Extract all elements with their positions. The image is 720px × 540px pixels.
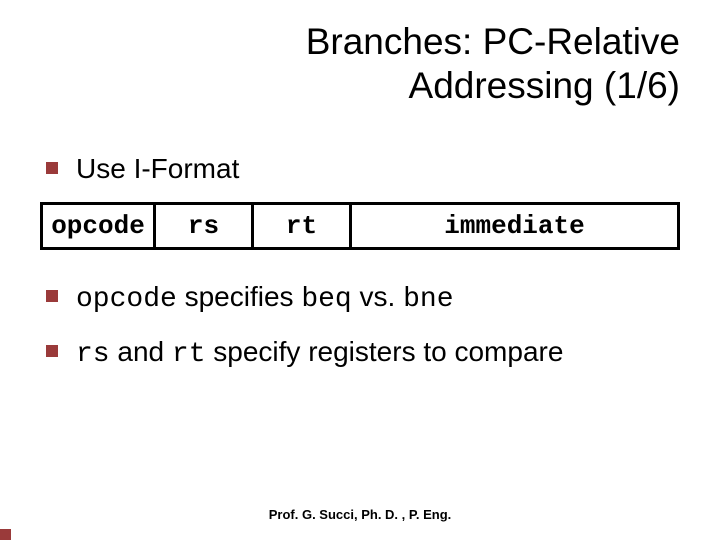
cell-rs: rs xyxy=(155,203,253,248)
cell-opcode: opcode xyxy=(42,203,155,248)
footer-text: Prof. G. Succi, Ph. D. , P. Eng. xyxy=(0,507,720,522)
table-row: opcode rs rt immediate xyxy=(42,203,679,248)
text-and: and xyxy=(110,336,172,367)
bullet-3-text: rs and rt specify registers to compare xyxy=(76,333,680,374)
text-vs: vs. xyxy=(352,281,403,312)
code-rt: rt xyxy=(172,339,206,370)
bullet-marker-icon xyxy=(46,162,58,174)
cell-rt: rt xyxy=(253,203,351,248)
bullet-1: Use I-Format xyxy=(40,150,680,188)
text-specify-registers: specify registers to compare xyxy=(206,336,564,367)
instruction-format-table: opcode rs rt immediate xyxy=(40,202,680,250)
title-line-1: Branches: PC-Relative xyxy=(306,21,680,62)
title-line-2: Addressing (1/6) xyxy=(409,65,680,106)
cell-immediate: immediate xyxy=(351,203,679,248)
code-rs: rs xyxy=(76,339,110,370)
bullet-3: rs and rt specify registers to compare xyxy=(40,333,680,374)
code-opcode: opcode xyxy=(76,284,177,315)
bullet-marker-icon xyxy=(46,345,58,357)
bullet-2: opcode specifies beq vs. bne xyxy=(40,278,680,319)
code-bne: bne xyxy=(403,284,453,315)
slide: Branches: PC-Relative Addressing (1/6) U… xyxy=(0,0,720,540)
bullet-marker-icon xyxy=(46,290,58,302)
slide-body: Use I-Format opcode rs rt immediate opco… xyxy=(40,150,680,387)
bullet-2-text: opcode specifies beq vs. bne xyxy=(76,278,680,319)
code-beq: beq xyxy=(301,284,351,315)
corner-accent-icon xyxy=(0,529,11,540)
slide-title: Branches: PC-Relative Addressing (1/6) xyxy=(190,20,680,109)
bullet-1-text: Use I-Format xyxy=(76,150,680,188)
text-specifies: specifies xyxy=(177,281,302,312)
